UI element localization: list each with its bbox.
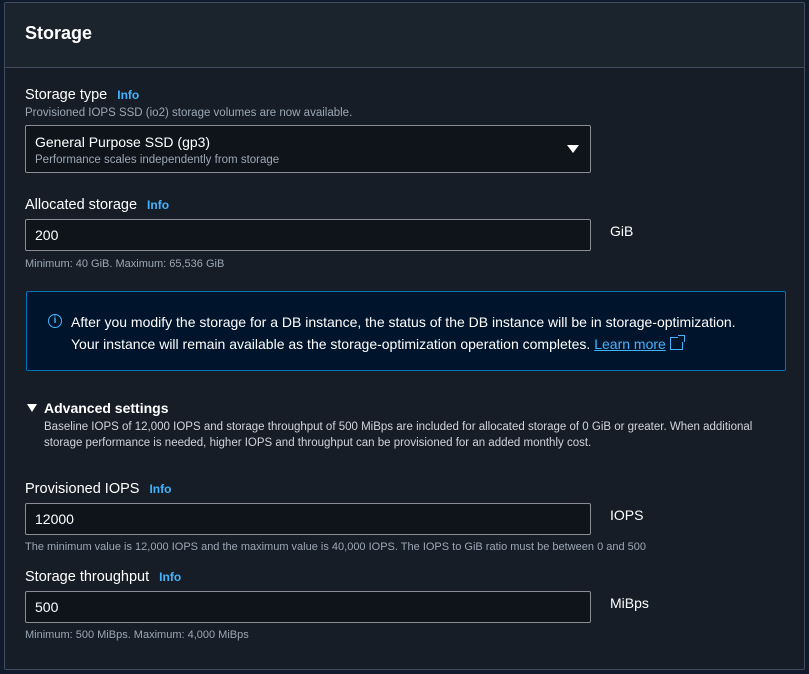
allocated-storage-info-link[interactable]: Info	[147, 198, 169, 212]
throughput-label: Storage throughput Info	[25, 569, 181, 585]
alert-line-1: After you modify the storage for a DB in…	[71, 314, 736, 330]
section-title: Storage	[25, 23, 93, 43]
allocated-storage-input[interactable]	[25, 219, 591, 251]
storage-type-label: Storage type Info	[25, 87, 139, 103]
storage-type-info-link[interactable]: Info	[117, 88, 139, 102]
alert-message: After you modify the storage for a DB in…	[71, 311, 781, 355]
iops-input[interactable]	[25, 503, 591, 535]
learn-more-link[interactable]: Learn more	[594, 336, 666, 352]
chevron-down-icon	[567, 145, 579, 153]
storage-type-selected-sub: Performance scales independently from st…	[35, 154, 280, 166]
allocated-storage-label-text: Allocated storage	[25, 197, 138, 213]
caret-down-icon[interactable]	[27, 404, 37, 412]
storage-type-selected: General Purpose SSD (gp3)	[35, 134, 211, 150]
allocated-storage-label: Allocated storage Info	[25, 197, 169, 213]
iops-info-link[interactable]: Info	[149, 482, 171, 496]
iops-constraint: The minimum value is 12,000 IOPS and the…	[25, 541, 647, 553]
advanced-settings-description: Baseline IOPS of 12,000 IOPS and storage…	[44, 421, 753, 449]
iops-label-text: Provisioned IOPS	[25, 481, 140, 497]
panel-header	[5, 3, 804, 68]
external-link-icon	[669, 335, 685, 350]
throughput-constraint: Minimum: 500 MiBps. Maximum: 4,000 MiBps	[25, 629, 249, 641]
advanced-settings-toggle[interactable]: Advanced settings	[44, 400, 168, 416]
storage-type-description: Provisioned IOPS SSD (io2) storage volum…	[25, 107, 353, 119]
alert-line-2-container: Your instance will remain available as t…	[71, 333, 781, 355]
allocated-storage-constraint: Minimum: 40 GiB. Maximum: 65,536 GiB	[25, 258, 225, 270]
storage-panel: Storage Storage type Info Provisioned IOP…	[4, 2, 805, 670]
allocated-storage-unit: GiB	[610, 223, 634, 239]
storage-type-select[interactable]: General Purpose SSD (gp3) Performance sc…	[25, 125, 591, 173]
throughput-info-link[interactable]: Info	[159, 570, 181, 584]
storage-type-label-text: Storage type	[25, 87, 108, 103]
info-circle-icon: i	[48, 314, 62, 328]
throughput-input[interactable]	[25, 591, 591, 623]
alert-line-2: Your instance will remain available as t…	[71, 336, 591, 352]
iops-unit: IOPS	[610, 507, 644, 523]
iops-label: Provisioned IOPS Info	[25, 481, 171, 497]
info-alert: i After you modify the storage for a DB …	[26, 291, 786, 371]
throughput-label-text: Storage throughput	[25, 569, 150, 585]
throughput-unit: MiBps	[610, 595, 649, 611]
